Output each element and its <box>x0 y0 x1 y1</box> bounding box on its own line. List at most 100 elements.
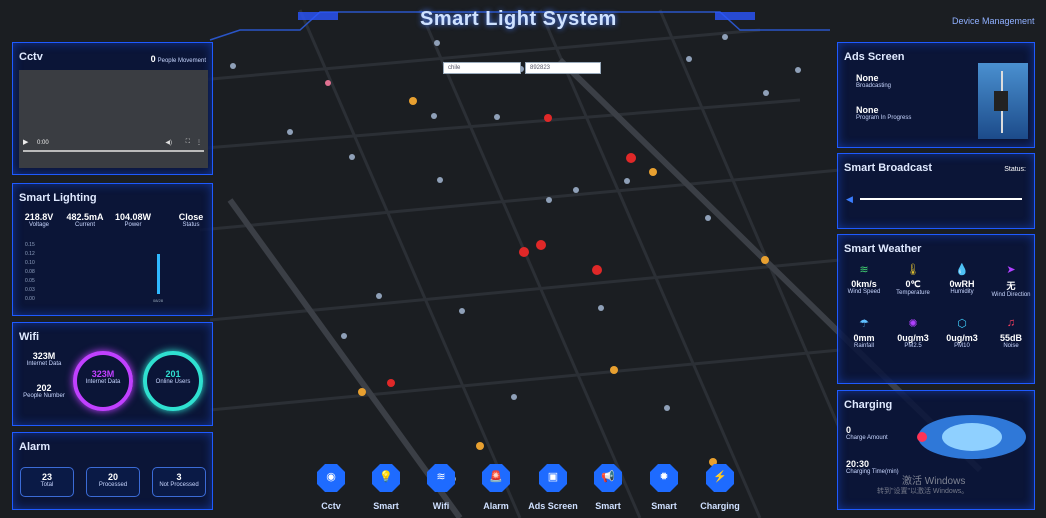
alarm-stat[interactable]: 3 Not Processed <box>152 467 206 497</box>
weather-item: ≋ 0km/s Wind Speed <box>838 263 890 295</box>
gauge2-label: Online Users <box>155 379 191 385</box>
internet-label: Internet Data <box>26 361 62 367</box>
wifi-icon: ≋ <box>436 471 446 483</box>
orange-marker[interactable] <box>761 256 769 264</box>
y-tick: 0.10 <box>25 260 35 266</box>
people-count: 0 <box>150 54 156 64</box>
noise-icon: ♫ <box>1006 317 1016 329</box>
nav-button[interactable]: 🚨 <box>482 464 510 492</box>
direction-icon: ➤ <box>1006 264 1016 276</box>
metric-label: Current <box>74 222 95 228</box>
weather-label: PM10 <box>954 343 970 349</box>
alarm-title: Alarm <box>19 441 51 453</box>
speaker-icon[interactable]: ◀ <box>846 194 853 205</box>
lighting-metric: Close Status <box>171 212 211 228</box>
alarm-value: 20 <box>107 472 118 482</box>
cctv-panel: Cctv 0 People Movement ▶ 0:00 ◀) ⛶ ⋮ <box>12 42 213 175</box>
nav-button[interactable]: ▣ <box>539 464 567 492</box>
red-marker[interactable] <box>387 379 395 387</box>
nav-label[interactable]: Ads Screen <box>523 501 583 512</box>
rain-icon: ☂ <box>859 318 869 330</box>
nav-button[interactable]: ✹ <box>650 464 678 492</box>
car-image <box>917 415 1026 459</box>
fullscreen-icon[interactable]: ⛶ <box>186 139 190 146</box>
ads-screen-panel: Ads Screen None Broadcasting None Progra… <box>837 42 1035 148</box>
red-marker[interactable] <box>592 265 602 275</box>
play-icon[interactable]: ▶ <box>23 138 28 146</box>
weather-icon: ✹ <box>659 471 669 483</box>
alarm-value: 23 <box>41 472 52 482</box>
nav-button[interactable]: ◉ <box>317 464 345 492</box>
nav-label[interactable]: Alarm <box>466 501 526 512</box>
charge-amount-value: 0 <box>846 425 852 435</box>
wind-icon: ≋ <box>859 264 869 276</box>
nav-button[interactable]: 💡 <box>372 464 400 492</box>
y-tick: 0.08 <box>25 269 35 275</box>
nav-button[interactable]: ⚡ <box>706 464 734 492</box>
weather-label: Temperature <box>896 290 930 296</box>
nav-label[interactable]: Smart Lighting <box>356 501 416 512</box>
weather-label: Wind Speed <box>847 289 881 295</box>
weather-item: ➤ 无 Wind Direction <box>985 263 1037 298</box>
alarm-label: Total <box>40 482 54 488</box>
code-input[interactable]: 892823 <box>525 62 601 74</box>
nav-label[interactable]: Charging <box>690 501 750 512</box>
metric-value: 104.08W <box>114 212 152 222</box>
weather-value: 0℃ <box>905 279 921 289</box>
charging-title: Charging <box>844 399 893 411</box>
orange-marker[interactable] <box>610 366 618 374</box>
search-input[interactable]: chile <box>443 62 521 74</box>
activation-watermark-text: 转到"设置"以激活 Windows。 <box>877 488 969 495</box>
nav-button[interactable]: 📢 <box>594 464 622 492</box>
y-tick: 0.15 <box>25 242 35 248</box>
gauge1-value: 323M <box>91 369 115 379</box>
streetlight-image <box>978 63 1028 139</box>
online-users-gauge: 201 Online Users <box>143 351 203 411</box>
ads-row1-value: None <box>856 73 879 83</box>
nav-label[interactable]: Smart Weather <box>634 501 694 512</box>
alarm-stat[interactable]: 20 Processed <box>86 467 140 497</box>
device-management-link[interactable]: Device Management <box>952 16 1035 26</box>
x-tick: 08/28 <box>153 298 164 303</box>
red-marker[interactable] <box>519 247 529 257</box>
droplet-icon: 💧 <box>955 264 969 276</box>
more-icon[interactable]: ⋮ <box>196 139 202 146</box>
weather-label: PM2.5 <box>904 343 922 349</box>
lighting-chart: 0.15 0.12 0.10 0.08 0.05 0.03 0.00 08/28 <box>25 242 164 303</box>
nav-label[interactable]: Wifi <box>411 501 471 512</box>
internet-value: 323M <box>32 351 56 361</box>
red-marker[interactable] <box>626 153 636 163</box>
gauge1-label: Internet Data <box>85 379 121 385</box>
ads-title: Ads Screen <box>844 51 905 63</box>
wifi-title: Wifi <box>19 331 40 343</box>
orange-marker[interactable] <box>409 97 417 105</box>
lighting-metric: 218.8V Voltage <box>19 212 59 228</box>
lighting-metric: 482.5mA Current <box>65 212 105 228</box>
alarm-label: Not Processed <box>159 482 199 488</box>
ads-row2-value: None <box>856 105 879 115</box>
video-time: 0:00 <box>37 140 49 146</box>
volume-icon[interactable]: ◀) <box>165 139 172 146</box>
red-marker[interactable] <box>536 240 546 250</box>
video-player[interactable]: ▶ 0:00 ◀) ⛶ ⋮ <box>19 70 208 168</box>
alarm-label: Processed <box>98 482 128 488</box>
weather-value: 55dB <box>999 333 1022 343</box>
volume-slider[interactable] <box>860 198 1022 200</box>
nav-label[interactable]: Cctv <box>301 501 361 512</box>
nav-label[interactable]: Smart Broadcast <box>578 501 638 512</box>
weather-value: 无 <box>1006 281 1016 291</box>
thermometer-icon: 🌡 <box>906 264 920 276</box>
orange-marker[interactable] <box>649 168 657 176</box>
camera-icon: ◉ <box>326 471 336 483</box>
smart-weather-panel: Smart Weather ≋ 0km/s Wind Speed 🌡 0℃ Tempera… <box>837 234 1035 384</box>
charge-amount-label: Charge Amount <box>846 435 888 441</box>
alarm-stat[interactable]: 23 Total <box>20 467 74 497</box>
red-marker[interactable] <box>544 114 552 122</box>
nav-button[interactable]: ≋ <box>427 464 455 492</box>
weather-item: ☂ 0mm Rainfall <box>838 317 890 349</box>
video-progress[interactable] <box>23 150 204 152</box>
orange-marker[interactable] <box>358 388 366 396</box>
orange-marker[interactable] <box>476 442 484 450</box>
weather-value: 0ug/m3 <box>946 333 978 343</box>
ads-row1-label: Broadcasting <box>856 83 892 89</box>
